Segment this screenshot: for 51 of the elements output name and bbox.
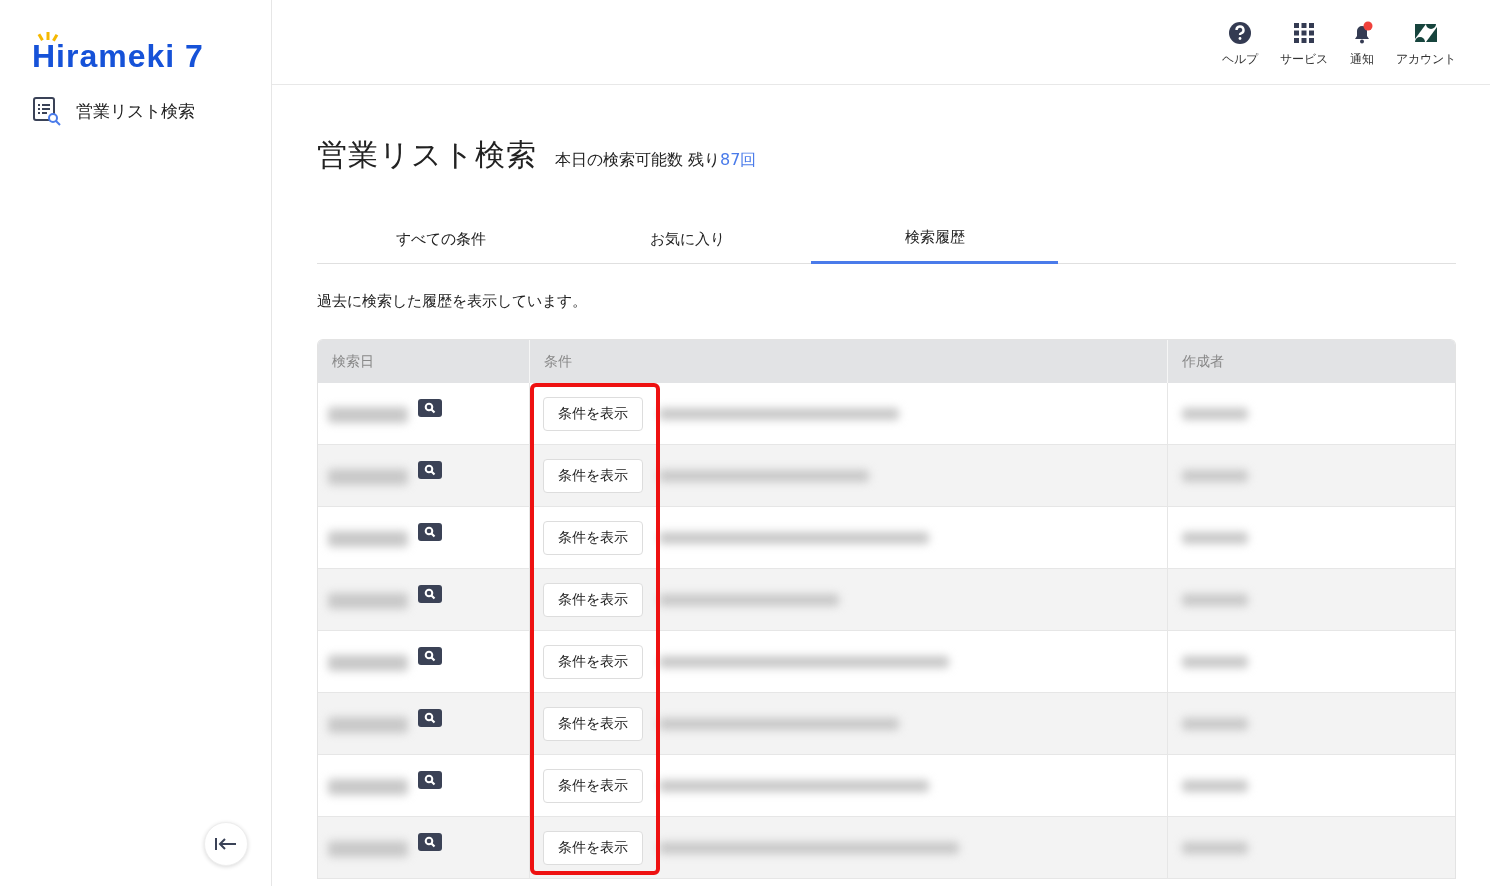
search-button[interactable] (418, 461, 442, 479)
search-icon (424, 712, 436, 724)
show-conditions-button[interactable]: 条件を表示 (543, 768, 643, 803)
header-nav-item[interactable]: アカウント (1396, 16, 1456, 68)
header-nav-item[interactable]: サービス (1280, 16, 1328, 68)
blurred-text (1182, 717, 1248, 730)
search-quota: 本日の検索可能数 残り 87回 (555, 150, 757, 171)
show-conditions-button[interactable]: 条件を表示 (543, 582, 643, 617)
search-button[interactable] (418, 399, 442, 417)
blurred-text (1182, 469, 1248, 482)
description: 過去に検索した履歴を表示しています。 (317, 292, 588, 311)
tab[interactable]: 検索履歴 (811, 220, 1058, 264)
grid-icon (1292, 20, 1316, 45)
page-title: 営業リスト検索 (317, 136, 537, 174)
search-button[interactable] (418, 523, 442, 541)
search-icon (424, 650, 436, 662)
sparkle-icon (37, 32, 59, 42)
search-icon (424, 588, 436, 600)
search-button[interactable] (418, 585, 442, 603)
search-icon (424, 774, 436, 786)
help-icon (1228, 20, 1252, 45)
column-header: 検索日 (331, 351, 375, 371)
blurred-text (1182, 531, 1248, 544)
show-conditions-button[interactable]: 条件を表示 (543, 830, 643, 865)
search-icon (424, 836, 436, 848)
show-conditions-button[interactable]: 条件を表示 (543, 644, 643, 679)
search-button[interactable] (418, 647, 442, 665)
show-conditions-button[interactable]: 条件を表示 (543, 706, 643, 741)
logo: Hirameki 7 (32, 40, 204, 72)
search-icon (424, 526, 436, 538)
search-button[interactable] (418, 709, 442, 727)
collapse-arrow-icon (214, 836, 238, 852)
blurred-text (1182, 779, 1248, 792)
blurred-text (1182, 655, 1248, 668)
blurred-text (1182, 593, 1248, 606)
tab[interactable]: すべての条件 (317, 220, 564, 264)
show-conditions-button[interactable]: 条件を表示 (543, 396, 643, 431)
search-button[interactable] (418, 771, 442, 789)
header-nav-item[interactable]: 通知 (1350, 16, 1374, 68)
search-icon (424, 464, 436, 476)
collapse-sidebar-button[interactable] (204, 822, 248, 866)
blurred-text (1182, 841, 1248, 854)
search-icon (424, 402, 436, 414)
sidebar-item[interactable]: 営業リスト検索 (32, 96, 195, 126)
show-conditions-button[interactable]: 条件を表示 (543, 458, 643, 493)
show-conditions-button[interactable]: 条件を表示 (543, 520, 643, 555)
blurred-text (1182, 407, 1248, 420)
header-nav-item[interactable]: ヘルプ (1222, 16, 1258, 68)
tab[interactable]: お気に入り (564, 220, 811, 264)
list-search-icon (32, 96, 62, 126)
search-button[interactable] (418, 833, 442, 851)
